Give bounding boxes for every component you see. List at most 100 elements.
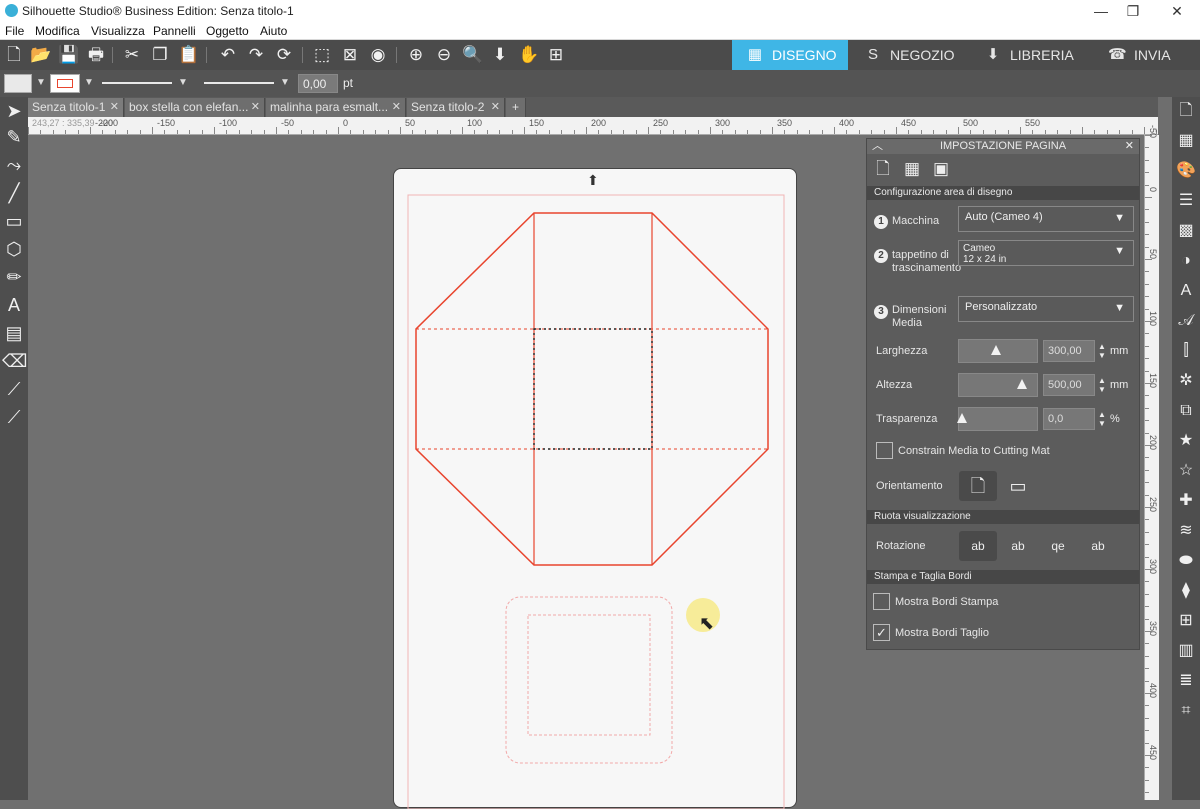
rotate-0-icon[interactable]: ab xyxy=(959,531,997,561)
height-input[interactable]: 500,00 xyxy=(1043,374,1095,396)
slider-knob[interactable] xyxy=(1017,379,1027,389)
star-icon[interactable]: ★ xyxy=(1174,429,1198,453)
select-by-color-icon[interactable]: ◉ xyxy=(368,45,388,65)
mat-select[interactable]: Cameo 12 x 24 in ▼ xyxy=(958,240,1134,266)
tab-box-stella[interactable]: box stella con elefan... ✕ xyxy=(125,98,265,117)
text-style-icon[interactable]: A xyxy=(1174,279,1198,303)
close-tab-icon[interactable]: ✕ xyxy=(392,100,401,113)
width-slider[interactable] xyxy=(958,339,1038,363)
transparency-slider[interactable] xyxy=(957,407,1038,431)
rotate-180-icon[interactable]: qe xyxy=(1039,531,1077,561)
send-panel-icon[interactable]: ⌗ xyxy=(1174,699,1198,723)
modify-icon[interactable]: ⧉ xyxy=(1174,399,1198,423)
library-panel-icon[interactable]: ▥ xyxy=(1174,639,1198,663)
menu-file[interactable]: File xyxy=(5,24,24,38)
slider-knob[interactable] xyxy=(991,345,1001,355)
menu-aiuto[interactable]: Aiuto xyxy=(260,24,287,38)
save-icon[interactable]: 💾 xyxy=(58,45,79,65)
line-style-selector[interactable] xyxy=(102,82,172,84)
portrait-orientation-icon[interactable]: 🗋 xyxy=(959,471,997,501)
line-weight-selector[interactable] xyxy=(204,82,274,84)
page-tab-icon[interactable]: 🗋 xyxy=(872,158,894,180)
selected-center-square[interactable] xyxy=(533,328,653,450)
transform-icon[interactable]: ✲ xyxy=(1174,369,1198,393)
line-color-swatch[interactable] xyxy=(50,74,80,93)
select-all-icon[interactable]: ⬚ xyxy=(312,45,332,65)
close-window-button[interactable]: ✕ xyxy=(1162,1,1192,21)
new-tab-button[interactable]: + xyxy=(506,98,526,117)
tab-senza-titolo-2[interactable]: Senza titolo-2 ✕ xyxy=(407,98,505,117)
pixscan-panel-icon[interactable]: ⊞ xyxy=(1174,609,1198,633)
zoom-in-icon[interactable]: ⊕ xyxy=(406,45,426,65)
zoom-out-icon[interactable]: ⊖ xyxy=(434,45,454,65)
close-panel-icon[interactable]: ✕ xyxy=(1125,139,1134,154)
pixscan-icon[interactable]: ▦ xyxy=(1174,129,1198,153)
text-tool-icon[interactable]: A xyxy=(2,293,26,317)
cutting-mat[interactable] xyxy=(393,168,797,809)
chevron-down-icon[interactable]: ▼ xyxy=(178,77,188,88)
show-print-borders-checkbox[interactable] xyxy=(873,593,890,610)
knife-icon[interactable]: ⧫ xyxy=(1174,579,1198,603)
tab-senza-titolo-1[interactable]: Senza titolo-1 ✕ xyxy=(28,98,124,117)
mode-libreria-button[interactable]: ⬇ LIBRERIA xyxy=(970,40,1090,70)
sketch-icon[interactable]: ≋ xyxy=(1174,519,1198,543)
open-folder-icon[interactable]: 📂 xyxy=(30,45,51,65)
zoom-selection-icon[interactable]: 🔍 xyxy=(462,45,483,65)
redo-icon[interactable]: ↷ xyxy=(246,45,266,65)
pan-hand-icon[interactable]: ✋ xyxy=(518,45,539,65)
tab-malinha[interactable]: malinha para esmalt... ✕ xyxy=(266,98,406,117)
offset-star-icon[interactable]: ☆ xyxy=(1174,459,1198,483)
print-icon[interactable]: 🖶 xyxy=(86,45,106,65)
eyedropper-tool-icon[interactable]: ⟋ xyxy=(2,405,26,429)
chevron-down-icon[interactable]: ▼ xyxy=(36,77,46,88)
trace-icon[interactable]: ⬬ xyxy=(1174,549,1198,573)
menu-pannelli[interactable]: Pannelli xyxy=(153,24,196,38)
deselect-icon[interactable]: ⊠ xyxy=(340,45,360,65)
machine-select[interactable]: Auto (Cameo 4) ▼ xyxy=(958,206,1134,232)
page-setup-icon[interactable]: 🗋 xyxy=(1174,99,1198,123)
width-spinner-icon[interactable]: ▲ ▼ xyxy=(1098,342,1106,360)
pencil-tool-icon[interactable]: ✏ xyxy=(2,265,26,289)
menu-modifica[interactable]: Modifica xyxy=(35,24,80,38)
puzzle-icon[interactable]: ✚ xyxy=(1174,489,1198,513)
text-to-path-icon[interactable]: 𝒜 xyxy=(1174,309,1198,333)
polygon-tool-icon[interactable]: ⬡ xyxy=(2,237,26,261)
gradient-icon[interactable]: ▩ xyxy=(1174,219,1198,243)
eraser-tool-icon[interactable]: ⌫ xyxy=(2,349,27,373)
mode-negozio-button[interactable]: S NEGOZIO xyxy=(850,40,968,70)
show-cut-borders-checkbox[interactable]: ✓ xyxy=(873,624,890,641)
transparency-icon[interactable]: ◑ xyxy=(1174,249,1198,273)
line-tool-icon[interactable]: ╱ xyxy=(2,181,26,205)
menu-oggetto[interactable]: Oggetto xyxy=(206,24,249,38)
new-document-icon[interactable]: 🗋 xyxy=(4,45,24,65)
fill-color-swatch[interactable] xyxy=(4,74,32,93)
height-spinner-icon[interactable]: ▲ ▼ xyxy=(1098,376,1106,394)
slider-knob[interactable] xyxy=(957,413,967,423)
landscape-orientation-icon[interactable]: ▭ xyxy=(999,471,1037,501)
edit-points-icon[interactable]: ✎ xyxy=(2,125,26,149)
background-tab-icon[interactable]: ▣ xyxy=(930,158,952,180)
height-slider[interactable] xyxy=(958,373,1038,397)
scalloped-lid-outline[interactable] xyxy=(505,596,673,764)
undo-icon[interactable]: ↶ xyxy=(218,45,238,65)
maximize-button[interactable]: ❐ xyxy=(1118,1,1148,21)
collapse-icon[interactable]: ︿ xyxy=(872,139,883,154)
fill-tool-icon[interactable]: ▤ xyxy=(2,321,26,345)
mode-invia-button[interactable]: ☎ INVIA xyxy=(1094,40,1200,70)
octagon-cut-outline[interactable] xyxy=(415,212,769,566)
grid-tab-icon[interactable]: ▦ xyxy=(901,158,923,180)
width-input[interactable]: 300,00 xyxy=(1043,340,1095,362)
transparency-input[interactable]: 0,0 xyxy=(1043,408,1095,430)
fit-to-page-icon[interactable]: ⊞ xyxy=(546,45,566,65)
close-tab-icon[interactable]: ✕ xyxy=(110,100,119,113)
chevron-down-icon[interactable]: ▼ xyxy=(280,77,290,88)
chevron-down-icon[interactable]: ▼ xyxy=(84,77,94,88)
rotate-90-icon[interactable]: ab xyxy=(999,531,1037,561)
redraw-icon[interactable]: ⟳ xyxy=(274,45,294,65)
line-style-icon[interactable]: ☰ xyxy=(1174,189,1198,213)
mode-disegno-button[interactable]: ▦ DISEGNO xyxy=(732,40,848,70)
transparency-spinner-icon[interactable]: ▲ ▼ xyxy=(1098,410,1106,428)
bezier-icon[interactable]: ⤳ xyxy=(2,153,26,177)
select-arrow-icon[interactable]: ➤ xyxy=(2,99,26,123)
rectangle-tool-icon[interactable]: ▭ xyxy=(2,209,26,233)
